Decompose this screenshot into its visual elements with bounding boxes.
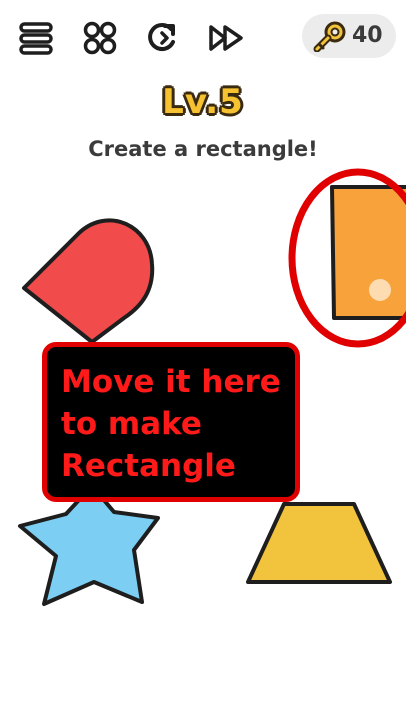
annotation-line-3: Rectangle — [61, 448, 236, 484]
orange-rectangle-piece[interactable] — [330, 185, 406, 320]
annotation-line-1: Move it here — [61, 364, 281, 400]
red-rounded-shape[interactable] — [22, 218, 155, 344]
drag-point — [369, 279, 391, 301]
blue-star[interactable] — [18, 484, 160, 606]
yellow-trapezoid[interactable] — [246, 502, 392, 584]
annotation-line-2: to make — [61, 406, 202, 442]
instruction-annotation: Move it here to make Rectangle — [42, 342, 300, 502]
